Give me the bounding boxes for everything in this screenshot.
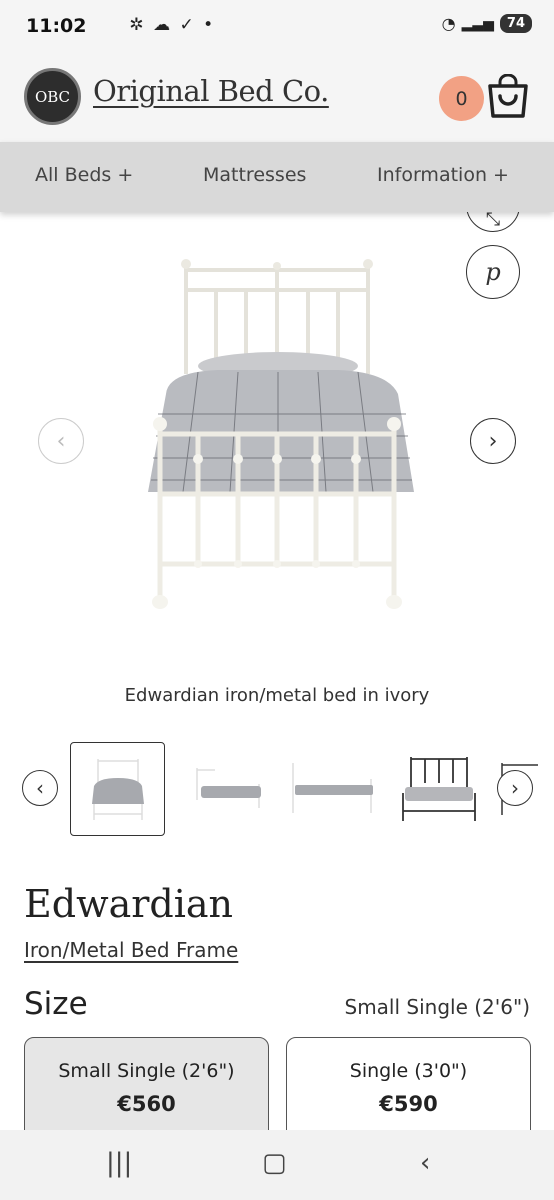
status-time: 11:02 [26,15,87,37]
home-icon[interactable]: ▢ [262,1148,287,1178]
cart-count-badge[interactable]: 0 [439,76,484,121]
brand-name-link[interactable]: Original Bed Co. [93,74,329,108]
nav-all-beds[interactable]: All Beds + [35,164,133,186]
size-option-price: €560 [117,1092,176,1116]
chevron-right-icon: › [488,428,498,454]
gallery-next-button[interactable]: › [470,418,516,464]
product-main-image[interactable] [138,254,418,614]
thumbs-next-button[interactable]: › [497,770,533,806]
nav-mattresses[interactable]: Mattresses [203,164,306,186]
thumbnail-bed-front-image [91,759,144,820]
nav-information[interactable]: Information + [377,164,509,186]
thumbnail-3[interactable] [284,742,379,836]
thumbnail-bed-side-image [291,763,373,813]
thumbnail-2[interactable] [177,742,272,836]
thumbnail-4[interactable] [391,742,486,836]
product-category-link[interactable]: Iron/Metal Bed Frame [24,938,238,962]
size-label: Size [24,986,88,1022]
pinterest-share-button[interactable]: p [466,245,520,299]
chevron-left-icon: ‹ [36,776,44,800]
system-nav-bar: ||| ▢ ‹ [0,1130,554,1200]
image-caption: Edwardian iron/metal bed in ivory [124,685,430,706]
site-header: OBC Original Bed Co. 0 [0,56,554,142]
wifi-icon: ◔ [441,14,456,33]
logo-badge[interactable]: OBC [24,68,81,125]
back-icon[interactable]: ‹ [420,1148,430,1178]
thumbs-prev-button[interactable]: ‹ [22,770,58,806]
signal-icon: ▂▃▅ [461,15,494,32]
battery-indicator: 74 [499,14,532,33]
thumbnail-bed-black-image [401,757,476,821]
size-option-name: Small Single (2'6") [58,1060,235,1082]
notification-icons: ✲ ☁ ✓ • [85,15,216,35]
selected-size-text: Small Single (2'6") [344,995,531,1019]
main-nav: All Beds + Mattresses Information + [0,142,554,212]
chevron-left-icon: ‹ [56,428,66,454]
status-bar: 11:02 ✲ ☁ ✓ • ◔ ▂▃▅ 74 [0,0,554,56]
status-right: ◔ ▂▃▅ 74 [442,14,532,33]
size-option-price: €590 [379,1092,438,1116]
thumbnail-1[interactable] [70,742,165,836]
product-title: Edwardian [24,882,234,926]
chevron-right-icon: › [511,776,519,800]
size-option-name: Single (3'0") [349,1060,468,1082]
gallery-prev-button[interactable]: ‹ [38,418,84,464]
recent-apps-icon[interactable]: ||| [106,1148,132,1178]
thumbnail-bed-angle-image [195,768,261,808]
shopping-bag-icon[interactable] [486,74,530,120]
